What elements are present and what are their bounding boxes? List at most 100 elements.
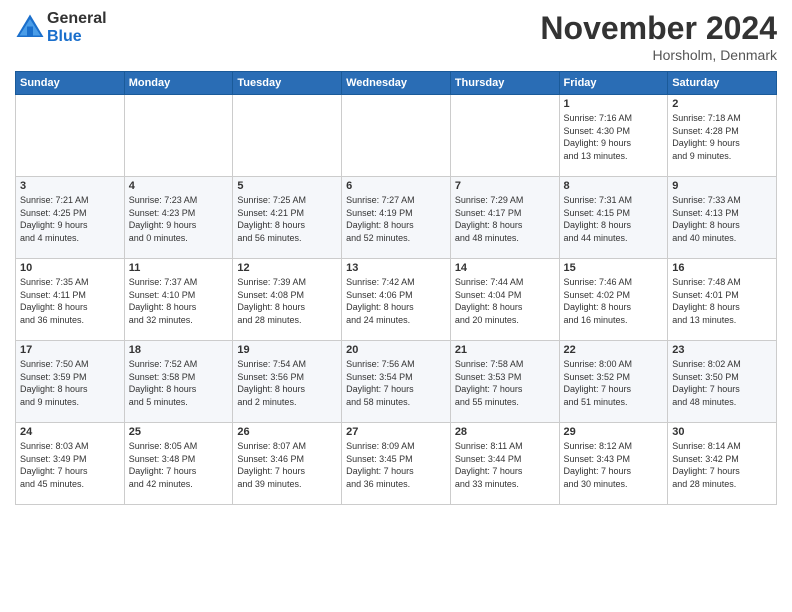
- col-header-sunday: Sunday: [16, 72, 125, 95]
- day-cell: 1 Sunrise: 7:16 AM Sunset: 4:30 PM Daylig…: [559, 95, 668, 177]
- day-info: Sunrise: 7:29 AM Sunset: 4:17 PM Dayligh…: [455, 194, 555, 244]
- calendar-table: SundayMondayTuesdayWednesdayThursdayFrid…: [15, 71, 777, 505]
- day-cell: 12Sunrise: 7:39 AM Sunset: 4:08 PM Dayli…: [233, 259, 342, 341]
- day-cell: 4 Sunrise: 7:23 AM Sunset: 4:23 PM Daylig…: [124, 177, 233, 259]
- week-row-0: 1 Sunrise: 7:16 AM Sunset: 4:30 PM Daylig…: [16, 95, 777, 177]
- col-header-saturday: Saturday: [668, 72, 777, 95]
- day-info: Sunrise: 8:02 AM Sunset: 3:50 PM Dayligh…: [672, 358, 772, 408]
- day-info: Sunrise: 7:46 AM Sunset: 4:02 PM Dayligh…: [564, 276, 664, 326]
- day-number: 11: [129, 262, 229, 274]
- logo-icon: [15, 13, 45, 43]
- day-number: 14: [455, 262, 555, 274]
- day-number: 4: [129, 180, 229, 192]
- day-number: 3: [20, 180, 120, 192]
- day-cell: 2 Sunrise: 7:18 AM Sunset: 4:28 PM Daylig…: [668, 95, 777, 177]
- day-cell: [16, 95, 125, 177]
- day-cell: 6Sunrise: 7:27 AM Sunset: 4:19 PM Daylig…: [342, 177, 451, 259]
- day-number: 28: [455, 426, 555, 438]
- day-cell: 3 Sunrise: 7:21 AM Sunset: 4:25 PM Daylig…: [16, 177, 125, 259]
- day-cell: 29Sunrise: 8:12 AM Sunset: 3:43 PM Dayli…: [559, 423, 668, 505]
- week-row-3: 17 Sunrise: 7:50 AM Sunset: 3:59 PM Dayli…: [16, 341, 777, 423]
- day-cell: 26 Sunrise: 8:07 AM Sunset: 3:46 PM Dayli…: [233, 423, 342, 505]
- day-cell: 23Sunrise: 8:02 AM Sunset: 3:50 PM Dayli…: [668, 341, 777, 423]
- day-number: 20: [346, 344, 446, 356]
- day-cell: 17 Sunrise: 7:50 AM Sunset: 3:59 PM Dayli…: [16, 341, 125, 423]
- day-number: 12: [237, 262, 337, 274]
- col-header-tuesday: Tuesday: [233, 72, 342, 95]
- day-cell: [342, 95, 451, 177]
- day-number: 2: [672, 98, 772, 110]
- day-info: Sunrise: 8:03 AM Sunset: 3:49 PM Dayligh…: [20, 440, 120, 490]
- day-cell: 19Sunrise: 7:54 AM Sunset: 3:56 PM Dayli…: [233, 341, 342, 423]
- day-info: Sunrise: 7:56 AM Sunset: 3:54 PM Dayligh…: [346, 358, 446, 408]
- day-info: Sunrise: 7:27 AM Sunset: 4:19 PM Dayligh…: [346, 194, 446, 244]
- day-info: Sunrise: 7:16 AM Sunset: 4:30 PM Dayligh…: [564, 112, 664, 162]
- day-info: Sunrise: 7:21 AM Sunset: 4:25 PM Dayligh…: [20, 194, 120, 244]
- day-number: 16: [672, 262, 772, 274]
- day-info: Sunrise: 7:23 AM Sunset: 4:23 PM Dayligh…: [129, 194, 229, 244]
- day-cell: 21Sunrise: 7:58 AM Sunset: 3:53 PM Dayli…: [450, 341, 559, 423]
- col-header-thursday: Thursday: [450, 72, 559, 95]
- day-info: Sunrise: 7:44 AM Sunset: 4:04 PM Dayligh…: [455, 276, 555, 326]
- day-cell: 5 Sunrise: 7:25 AM Sunset: 4:21 PM Daylig…: [233, 177, 342, 259]
- day-info: Sunrise: 8:11 AM Sunset: 3:44 PM Dayligh…: [455, 440, 555, 490]
- day-cell: 22 Sunrise: 8:00 AM Sunset: 3:52 PM Dayli…: [559, 341, 668, 423]
- day-cell: [450, 95, 559, 177]
- day-cell: 7 Sunrise: 7:29 AM Sunset: 4:17 PM Daylig…: [450, 177, 559, 259]
- page: General Blue November 2024 Horsholm, Den…: [0, 0, 792, 612]
- day-cell: 25Sunrise: 8:05 AM Sunset: 3:48 PM Dayli…: [124, 423, 233, 505]
- day-info: Sunrise: 7:31 AM Sunset: 4:15 PM Dayligh…: [564, 194, 664, 244]
- day-number: 26: [237, 426, 337, 438]
- day-cell: [124, 95, 233, 177]
- day-info: Sunrise: 7:42 AM Sunset: 4:06 PM Dayligh…: [346, 276, 446, 326]
- week-row-4: 24 Sunrise: 8:03 AM Sunset: 3:49 PM Dayli…: [16, 423, 777, 505]
- logo: General Blue: [15, 10, 107, 45]
- col-header-friday: Friday: [559, 72, 668, 95]
- logo-blue: Blue: [47, 28, 107, 46]
- location: Horsholm, Denmark: [540, 47, 777, 63]
- logo-general: General: [47, 10, 107, 28]
- day-cell: [233, 95, 342, 177]
- day-number: 22: [564, 344, 664, 356]
- day-info: Sunrise: 7:50 AM Sunset: 3:59 PM Dayligh…: [20, 358, 120, 408]
- day-number: 5: [237, 180, 337, 192]
- day-info: Sunrise: 8:05 AM Sunset: 3:48 PM Dayligh…: [129, 440, 229, 490]
- day-cell: 11 Sunrise: 7:37 AM Sunset: 4:10 PM Dayli…: [124, 259, 233, 341]
- col-header-wednesday: Wednesday: [342, 72, 451, 95]
- day-number: 9: [672, 180, 772, 192]
- day-number: 18: [129, 344, 229, 356]
- day-info: Sunrise: 8:00 AM Sunset: 3:52 PM Dayligh…: [564, 358, 664, 408]
- day-info: Sunrise: 8:07 AM Sunset: 3:46 PM Dayligh…: [237, 440, 337, 490]
- col-header-monday: Monday: [124, 72, 233, 95]
- day-cell: 13Sunrise: 7:42 AM Sunset: 4:06 PM Dayli…: [342, 259, 451, 341]
- day-info: Sunrise: 8:12 AM Sunset: 3:43 PM Dayligh…: [564, 440, 664, 490]
- day-number: 8: [564, 180, 664, 192]
- header: General Blue November 2024 Horsholm, Den…: [15, 10, 777, 63]
- day-number: 24: [20, 426, 120, 438]
- day-number: 30: [672, 426, 772, 438]
- day-cell: 14 Sunrise: 7:44 AM Sunset: 4:04 PM Dayli…: [450, 259, 559, 341]
- day-cell: 15 Sunrise: 7:46 AM Sunset: 4:02 PM Dayli…: [559, 259, 668, 341]
- day-cell: 9Sunrise: 7:33 AM Sunset: 4:13 PM Daylig…: [668, 177, 777, 259]
- day-number: 7: [455, 180, 555, 192]
- day-cell: 27Sunrise: 8:09 AM Sunset: 3:45 PM Dayli…: [342, 423, 451, 505]
- day-info: Sunrise: 7:25 AM Sunset: 4:21 PM Dayligh…: [237, 194, 337, 244]
- logo-text: General Blue: [47, 10, 107, 45]
- day-number: 17: [20, 344, 120, 356]
- day-cell: 30 Sunrise: 8:14 AM Sunset: 3:42 PM Dayli…: [668, 423, 777, 505]
- calendar-header-row: SundayMondayTuesdayWednesdayThursdayFrid…: [16, 72, 777, 95]
- day-info: Sunrise: 7:35 AM Sunset: 4:11 PM Dayligh…: [20, 276, 120, 326]
- day-cell: 8 Sunrise: 7:31 AM Sunset: 4:15 PM Daylig…: [559, 177, 668, 259]
- month-title: November 2024: [540, 10, 777, 47]
- day-info: Sunrise: 7:37 AM Sunset: 4:10 PM Dayligh…: [129, 276, 229, 326]
- day-cell: 20 Sunrise: 7:56 AM Sunset: 3:54 PM Dayli…: [342, 341, 451, 423]
- day-number: 15: [564, 262, 664, 274]
- day-number: 1: [564, 98, 664, 110]
- day-cell: 28 Sunrise: 8:11 AM Sunset: 3:44 PM Dayli…: [450, 423, 559, 505]
- day-number: 27: [346, 426, 446, 438]
- day-info: Sunrise: 7:58 AM Sunset: 3:53 PM Dayligh…: [455, 358, 555, 408]
- day-info: Sunrise: 8:14 AM Sunset: 3:42 PM Dayligh…: [672, 440, 772, 490]
- day-info: Sunrise: 7:48 AM Sunset: 4:01 PM Dayligh…: [672, 276, 772, 326]
- week-row-1: 3 Sunrise: 7:21 AM Sunset: 4:25 PM Daylig…: [16, 177, 777, 259]
- day-info: Sunrise: 7:18 AM Sunset: 4:28 PM Dayligh…: [672, 112, 772, 162]
